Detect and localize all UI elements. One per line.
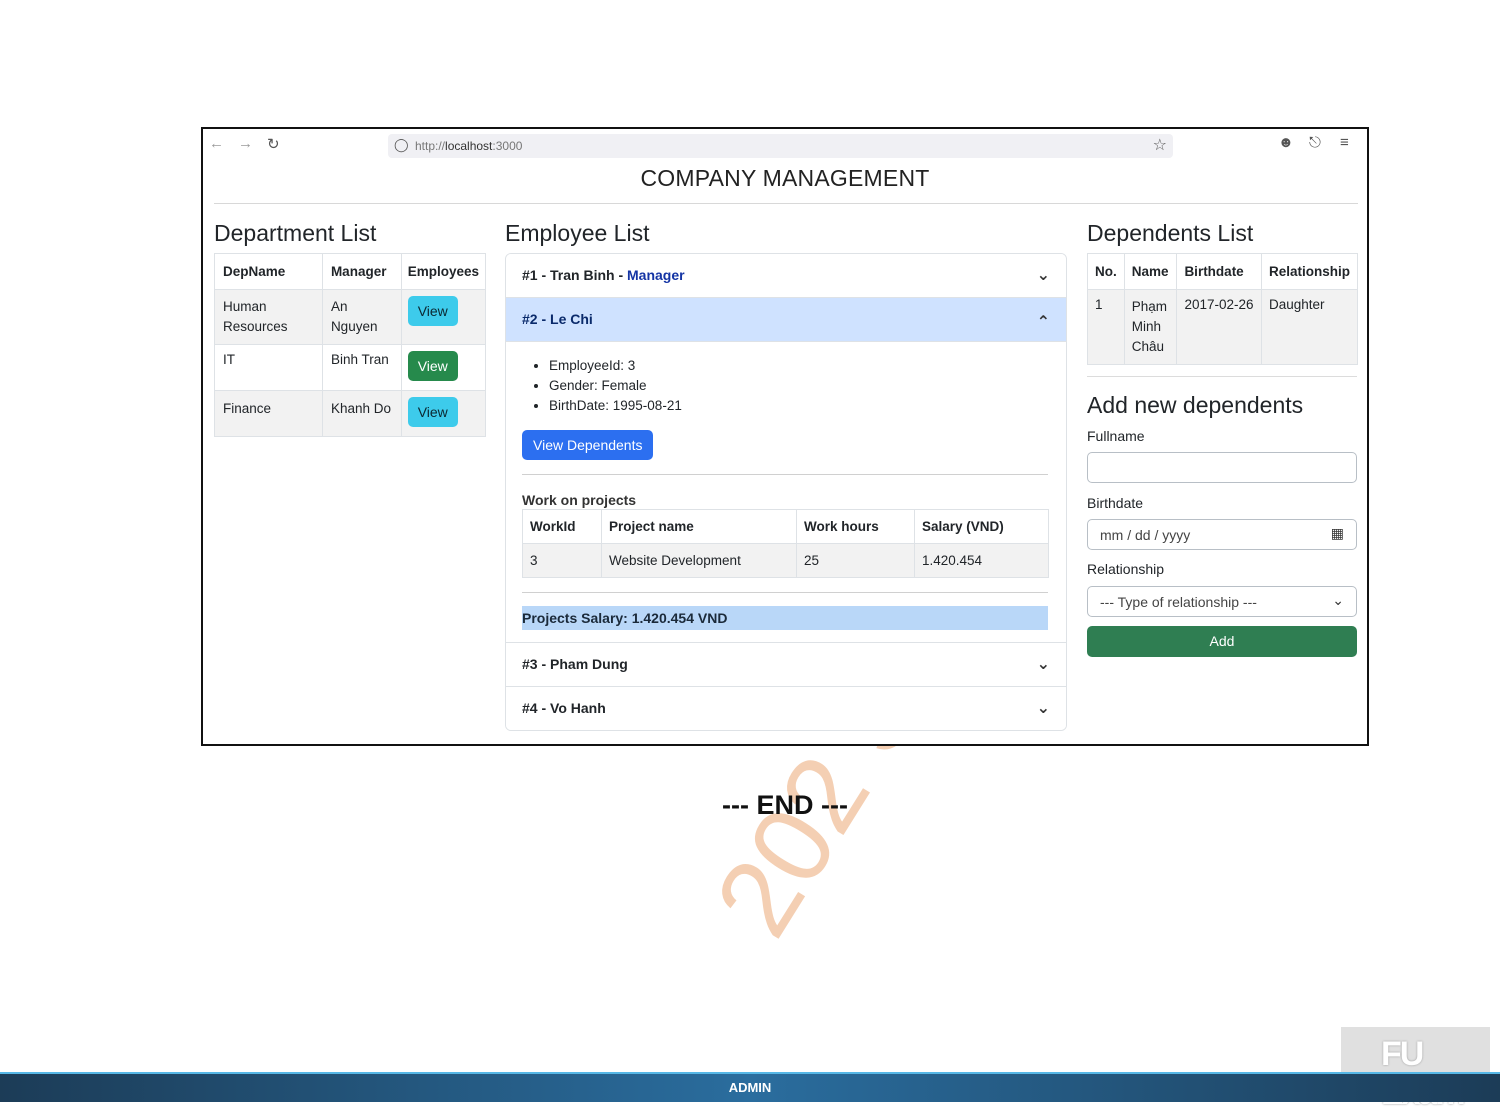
page-title: COMPANY MANAGEMENT — [640, 165, 930, 191]
birthdate-cell: 2017-02-26 — [1176, 289, 1262, 365]
relationship-select[interactable]: --- Type of relationship --- ⌄ — [1087, 586, 1357, 617]
add-dependents-heading: Add new dependents — [1087, 392, 1304, 418]
extensions-icon[interactable]: ⎋ — [1309, 134, 1321, 151]
chevron-down-icon: ⌄ — [1036, 656, 1050, 673]
column-header: Relationship — [1260, 253, 1359, 290]
detail-item: BirthDate: 1995-08-21 — [549, 396, 682, 416]
relationship-cell: Daughter — [1260, 289, 1359, 365]
url-text: http://localhost:3000 — [415, 139, 523, 153]
footer-bar: ADMIN — [0, 1072, 1500, 1102]
manager-cell: Khanh Do — [321, 390, 402, 437]
dep-name-cell: Finance — [214, 390, 323, 437]
projects-label: Work on projects — [522, 492, 637, 508]
table-row: Human Resources An Nguyen View — [214, 289, 487, 345]
accordion-item-3[interactable]: #3 - Pham Dung ⌄ — [506, 643, 1066, 687]
address-bar[interactable]: ◯ http://localhost:3000 ☆ — [388, 134, 1173, 158]
manager-role: Manager — [627, 267, 685, 283]
table-row: 1 Phạm Minh Châu 2017-02-26 Daughter — [1087, 289, 1359, 365]
relationship-selected: --- Type of relationship --- — [1100, 594, 1257, 610]
projects-table: WorkId Project name Work hours Salary (V… — [522, 509, 1049, 578]
view-employees-button[interactable]: View — [407, 351, 458, 381]
dep-name-cell: Human Resources — [214, 289, 323, 345]
chevron-down-icon: ⌄ — [1036, 700, 1050, 717]
column-header: DepName — [214, 253, 323, 290]
name-cell: Phạm Minh Châu — [1123, 289, 1178, 365]
birthdate-placeholder: mm / dd / yyyy — [1100, 527, 1191, 543]
divider — [1087, 376, 1357, 377]
divider — [522, 474, 1048, 475]
employee-accordion: #1 - Tran Binh - Manager ⌄ #2 - Le Chi ⌃… — [505, 253, 1067, 731]
table-row: 3 Website Development 25 1.420.454 — [522, 543, 1049, 578]
fullname-label: Fullname — [1087, 428, 1145, 444]
reload-icon[interactable]: ↻ — [267, 135, 280, 153]
employee-label: #4 - Vo Hanh — [522, 700, 606, 716]
bookmark-star-icon[interactable]: ☆ — [1153, 135, 1167, 155]
account-icon[interactable]: ☻ — [1278, 134, 1294, 151]
department-table: DepName Manager Employees Human Resource… — [214, 253, 487, 437]
employee-list-heading: Employee List — [505, 220, 650, 246]
end-marker: --- END --- — [722, 790, 848, 820]
column-header: Manager — [321, 253, 402, 290]
projects-salary-total: Projects Salary: 1.420.454 VND — [522, 606, 1048, 630]
birthdate-input[interactable]: mm / dd / yyyy ▦ — [1087, 519, 1357, 550]
work-hours-cell: 25 — [796, 543, 915, 578]
manager-cell: An Nguyen — [321, 289, 402, 345]
view-employees-button[interactable]: View — [407, 397, 458, 427]
chevron-up-icon: ⌃ — [1036, 314, 1050, 331]
accordion-item-1[interactable]: #1 - Tran Binh - Manager ⌄ — [506, 254, 1066, 298]
column-header: Name — [1123, 253, 1178, 290]
salary-cell: 1.420.454 — [914, 543, 1049, 578]
work-id-cell: 3 — [522, 543, 602, 578]
view-dependents-button[interactable]: View Dependents — [522, 430, 654, 460]
relationship-label: Relationship — [1087, 561, 1165, 577]
employee-label: #1 - Tran Binh - — [522, 267, 628, 283]
birthdate-label: Birthdate — [1087, 495, 1144, 511]
chevron-down-icon: ⌄ — [1332, 592, 1344, 608]
back-arrow-icon[interactable]: ← — [209, 135, 224, 152]
employee-details: EmployeeId: 3 Gender: Female BirthDate: … — [522, 356, 682, 416]
dependents-list-heading: Dependents List — [1087, 220, 1254, 246]
add-button[interactable]: Add — [1087, 626, 1357, 657]
dep-name-cell: IT — [214, 344, 323, 391]
shield-icon: ◯ — [394, 137, 409, 152]
table-row: IT Binh Tran View — [214, 344, 487, 391]
detail-item: EmployeeId: 3 — [549, 356, 682, 376]
accordion-item-2[interactable]: #2 - Le Chi ⌃ — [506, 298, 1066, 342]
browser-window: ← → ↻ ◯ http://localhost:3000 ☆ ☻ ⎋ ≡ CO… — [201, 127, 1369, 746]
employee-label: #2 - Le Chi — [522, 311, 593, 327]
fullname-input[interactable] — [1087, 452, 1357, 483]
column-header: Birthdate — [1176, 253, 1262, 290]
no-cell: 1 — [1087, 289, 1125, 365]
column-header: Work hours — [796, 509, 915, 544]
column-header: Salary (VND) — [914, 509, 1049, 544]
department-list-heading: Department List — [214, 220, 377, 246]
menu-icon[interactable]: ≡ — [1340, 134, 1349, 151]
divider — [522, 592, 1048, 593]
project-name-cell: Website Development — [601, 543, 797, 578]
calendar-icon[interactable]: ▦ — [1331, 525, 1344, 542]
column-header: No. — [1087, 253, 1125, 290]
dependents-table: No. Name Birthdate Relationship 1 Phạm M… — [1087, 253, 1359, 365]
column-header: Project name — [601, 509, 797, 544]
employee-label: #3 - Pham Dung — [522, 656, 628, 672]
forward-arrow-icon[interactable]: → — [238, 135, 253, 152]
column-header: WorkId — [522, 509, 602, 544]
view-employees-button[interactable]: View — [407, 296, 458, 326]
column-header: Employees — [400, 253, 487, 290]
accordion-item-4[interactable]: #4 - Vo Hanh ⌄ — [506, 687, 1066, 730]
manager-cell: Binh Tran — [321, 344, 402, 391]
chevron-down-icon: ⌄ — [1036, 267, 1050, 284]
detail-item: Gender: Female — [549, 376, 682, 396]
title-divider — [214, 203, 1358, 204]
accordion-body: EmployeeId: 3 Gender: Female BirthDate: … — [506, 342, 1066, 643]
table-row: Finance Khanh Do View — [214, 390, 487, 437]
browser-toolbar: ← → ↻ ◯ http://localhost:3000 ☆ ☻ ⎋ ≡ — [203, 129, 1367, 163]
footer-label: ADMIN — [728, 1080, 772, 1095]
